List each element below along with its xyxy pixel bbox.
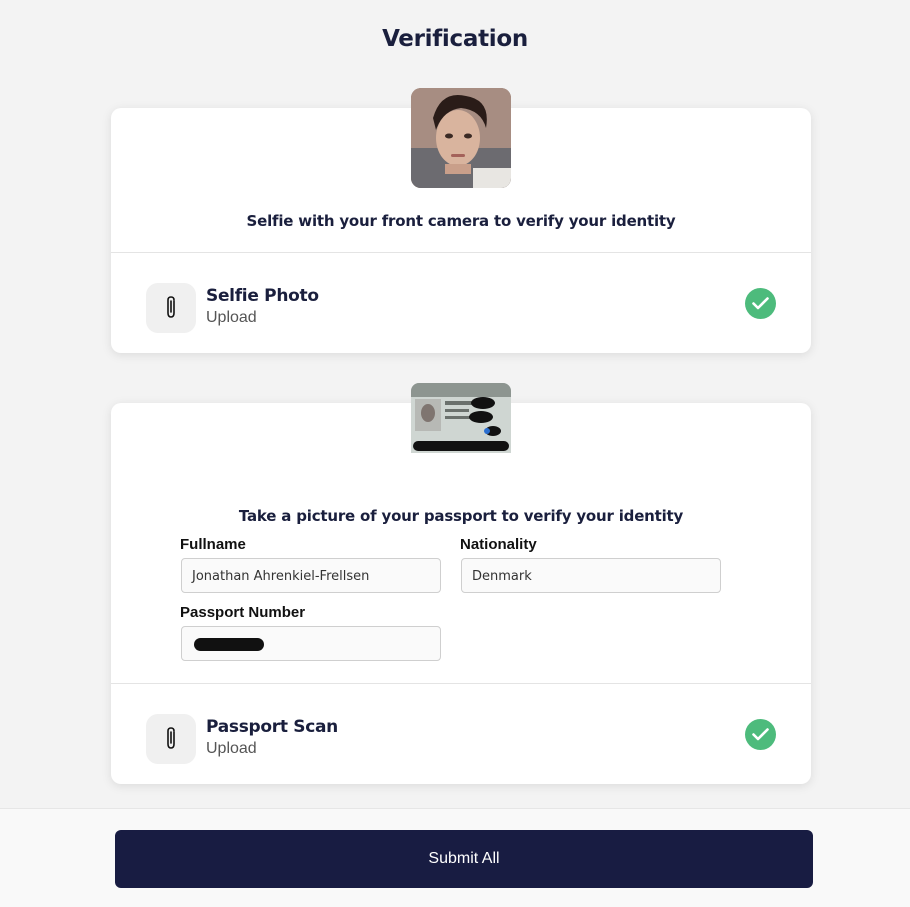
selfie-image (411, 88, 511, 188)
footer-bar: Submit All (0, 808, 910, 907)
passport-thumbnail[interactable] (411, 383, 511, 453)
attach-button[interactable] (146, 283, 196, 333)
attach-button[interactable] (146, 714, 196, 764)
redaction-mark (194, 638, 264, 651)
passport-upload-title: Passport Scan (206, 717, 338, 737)
page-title: Verification (382, 26, 528, 52)
paperclip-icon (167, 727, 175, 749)
nationality-label: Nationality (460, 536, 537, 553)
selfie-upload-title: Selfie Photo (206, 286, 319, 306)
selfie-card: Selfie with your front camera to verify … (111, 88, 811, 353)
passport-number-label: Passport Number (180, 604, 306, 621)
passport-upload-subtitle: Upload (206, 740, 257, 757)
fullname-field[interactable]: Jonathan Ahrenkiel-Frellsen (181, 558, 441, 593)
submit-all-button[interactable]: Submit All (115, 830, 813, 888)
fullname-label: Fullname (180, 536, 246, 553)
selfie-thumbnail[interactable] (411, 88, 511, 188)
passport-card: Take a picture of your passport to verif… (111, 383, 811, 784)
passport-image (411, 383, 511, 453)
check-circle-icon (745, 719, 776, 750)
check-circle-icon (745, 288, 776, 319)
nationality-field[interactable]: Denmark (461, 558, 721, 593)
paperclip-icon (167, 296, 175, 318)
passport-number-field[interactable] (181, 626, 441, 661)
selfie-upload-row[interactable]: Selfie Photo Upload (111, 253, 811, 353)
selfie-upload-subtitle: Upload (206, 309, 257, 326)
passport-description: Take a picture of your passport to verif… (238, 507, 684, 525)
passport-upload-row[interactable]: Passport Scan Upload (111, 684, 811, 784)
selfie-description: Selfie with your front camera to verify … (246, 212, 676, 230)
